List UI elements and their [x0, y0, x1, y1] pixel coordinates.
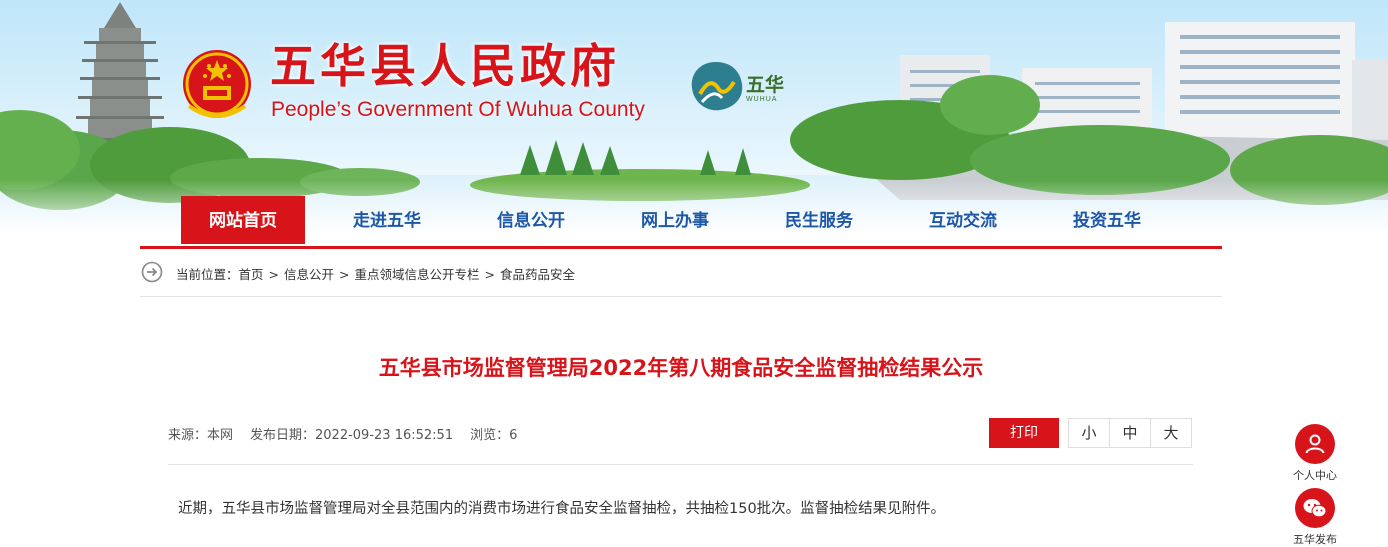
- nav-item-info-disclosure[interactable]: 信息公开: [469, 196, 593, 244]
- font-size-small-button[interactable]: 小: [1068, 418, 1110, 448]
- font-size-medium-button[interactable]: 中: [1109, 418, 1151, 448]
- nav-item-public-services[interactable]: 民生服务: [757, 196, 881, 244]
- article-body: 近期，五华县市场监督管理局对全县范围内的消费市场进行食品安全监督抽检，共抽检15…: [178, 501, 946, 517]
- breadcrumb-info-disclosure[interactable]: 信息公开: [284, 267, 334, 282]
- user-icon: [1295, 424, 1335, 464]
- main-nav: 网站首页 走进五华 信息公开 网上办事 民生服务 互动交流 投资五华: [140, 196, 1222, 249]
- breadcrumb-home[interactable]: 首页: [239, 267, 264, 282]
- article-meta: 来源：本网 发布日期：2022-09-23 16:52:51 浏览：6 打印 小 中…: [168, 418, 1193, 465]
- article-title: 五华县市场监督管理局2022年第八期食品安全监督抽检结果公示: [378, 356, 984, 380]
- breadcrumb-separator: >: [484, 267, 496, 282]
- nav-item-investment[interactable]: 投资五华: [1045, 196, 1169, 244]
- wuhua-logo-text: 五华: [746, 74, 785, 96]
- breadcrumb-separator: >: [268, 267, 280, 282]
- breadcrumb: 当前位置：首页 > 信息公开 > 重点领域信息公开专栏 > 食品药品安全: [140, 250, 1222, 297]
- wechat-icon: [1295, 488, 1335, 528]
- font-size-switcher: 小 中 大: [1068, 418, 1192, 448]
- arrow-circle-icon: [141, 261, 163, 283]
- nav-item-about[interactable]: 走进五华: [325, 196, 449, 244]
- print-button[interactable]: 打印: [989, 418, 1059, 448]
- nav-item-home[interactable]: 网站首页: [181, 196, 305, 244]
- site-title: 五华县人民政府: [270, 39, 620, 93]
- breadcrumb-trail: 当前位置：首页 > 信息公开 > 重点领域信息公开专栏 > 食品药品安全: [176, 264, 575, 283]
- nav-item-interaction[interactable]: 互动交流: [901, 196, 1025, 244]
- wechat-button[interactable]: 五华发布: [1290, 488, 1340, 547]
- wuhua-logo-en: WUHUA: [746, 96, 778, 103]
- personal-center-label: 个人中心: [1293, 469, 1337, 482]
- article-views: 浏览：6: [470, 428, 518, 443]
- breadcrumb-separator: >: [339, 267, 350, 282]
- personal-center-button[interactable]: 个人中心: [1290, 424, 1340, 483]
- article-date: 发布日期：2022-09-23 16:52:51: [250, 428, 454, 443]
- font-size-large-button[interactable]: 大: [1150, 418, 1192, 448]
- breadcrumb-key-areas[interactable]: 重点领域信息公开专栏: [355, 267, 480, 282]
- national-emblem-icon: [183, 50, 251, 118]
- breadcrumb-prefix: 当前位置：: [176, 267, 239, 282]
- nav-item-online-services[interactable]: 网上办事: [613, 196, 737, 244]
- meta-text: 来源：本网 发布日期：2022-09-23 16:52:51 浏览：6: [168, 424, 534, 443]
- breadcrumb-food-drug-safety[interactable]: 食品药品安全: [500, 267, 575, 282]
- article-source: 来源：本网: [168, 428, 234, 443]
- site-subtitle: People’s Government Of Wuhua County: [271, 98, 645, 121]
